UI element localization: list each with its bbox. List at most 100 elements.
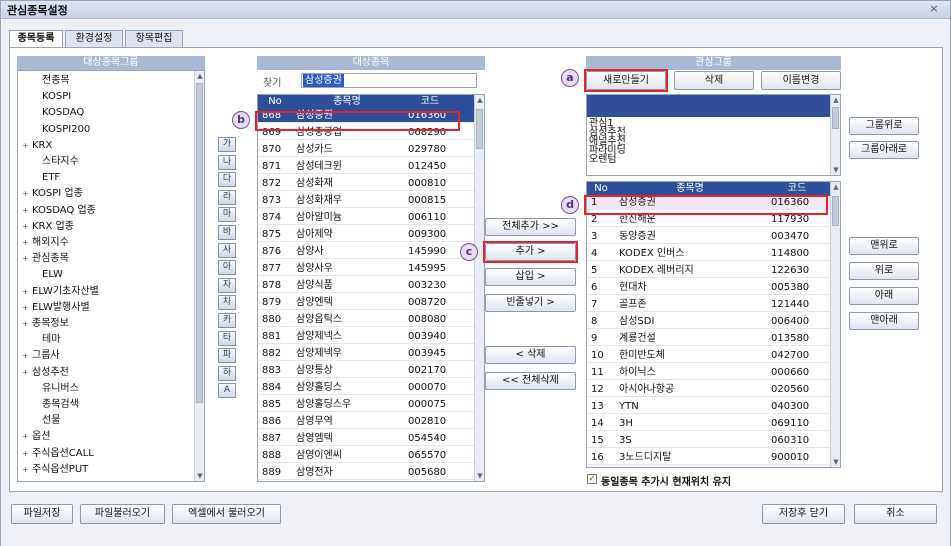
table-row[interactable]: 877 삼양사우 145995 — [258, 262, 474, 276]
table-row[interactable]: 885 삼양홀딩스우 000075 — [258, 398, 474, 412]
keep-position-checkbox[interactable]: ✓ — [587, 474, 597, 484]
tree-item[interactable]: 스타지수 — [22, 154, 79, 169]
scroll-down-icon[interactable]: ▼ — [475, 471, 484, 481]
tree-item[interactable]: + ELW기초자산별 — [22, 284, 99, 299]
index-button[interactable]: 마 — [218, 207, 236, 223]
index-button[interactable]: 나 — [218, 154, 236, 170]
tree-item[interactable]: + 종목정보 — [22, 316, 69, 331]
table-row[interactable]: 1 삼성증권 016360 — [587, 196, 830, 210]
tree-item[interactable]: ETF — [22, 170, 60, 185]
move-up-button[interactable]: 위로 — [849, 262, 919, 280]
table-row[interactable]: 871 삼성테크윈 012450 — [258, 160, 474, 174]
insert-button[interactable]: 삽입 > — [485, 268, 576, 286]
table-row[interactable]: 11 하이닉스 000660 — [587, 366, 830, 380]
tree-item[interactable]: ELW — [22, 267, 63, 282]
scroll-thumb[interactable] — [832, 196, 839, 226]
tree-item[interactable]: + 옵션 — [22, 429, 50, 444]
expand-icon[interactable]: + — [22, 219, 30, 234]
index-button[interactable]: 가 — [218, 137, 236, 152]
table-row[interactable]: 2 한진해운 117930 — [587, 213, 830, 227]
target-scrollbar[interactable]: ▲ ▼ — [474, 95, 484, 481]
index-button[interactable]: 바 — [218, 225, 236, 240]
expand-icon[interactable]: + — [22, 462, 30, 477]
tree-item[interactable]: + 해외지수 — [22, 235, 69, 250]
move-down-button[interactable]: 아래 — [849, 287, 919, 305]
move-top-button[interactable]: 맨위로 — [849, 237, 919, 255]
move-bottom-button[interactable]: 맨아래 — [849, 312, 919, 330]
interest-scrollbar[interactable]: ▲ ▼ — [830, 182, 840, 467]
table-row[interactable]: 875 삼아제약 009300 — [258, 228, 474, 242]
scroll-up-icon[interactable]: ▲ — [475, 95, 484, 105]
tree-item[interactable]: KOSPI200 — [22, 122, 90, 137]
table-row[interactable]: 868 삼성증권 016360 — [258, 109, 474, 123]
expand-icon[interactable]: + — [22, 446, 30, 461]
tree-item[interactable]: KOSDAQ — [22, 105, 84, 120]
add-all-button[interactable]: 전체추가 >> — [485, 218, 576, 236]
delete-all-button[interactable]: << 전체삭제 — [485, 372, 576, 390]
table-row[interactable]: 12 아시아나항공 020560 — [587, 383, 830, 397]
table-row[interactable]: 873 삼성화재우 000815 — [258, 194, 474, 208]
load-excel-button[interactable]: 엑셀에서 불러오기 — [172, 504, 281, 524]
table-row[interactable]: 882 삼양제넥우 003945 — [258, 347, 474, 361]
tree-item[interactable]: + KOSDAQ 업종 — [22, 203, 96, 218]
tree-item[interactable]: + 관심종목 — [22, 251, 69, 266]
index-button[interactable]: 타 — [218, 330, 236, 346]
new-group-button[interactable]: 새로만들기 — [586, 71, 666, 90]
expand-icon[interactable]: + — [22, 429, 30, 444]
tree-scrollbar[interactable]: ▲ ▼ — [194, 71, 204, 481]
index-button[interactable]: 차 — [218, 295, 236, 311]
tree-item[interactable]: 종목검색 — [22, 397, 79, 412]
table-row[interactable]: 16 3노드디지탈 900010 — [587, 451, 830, 465]
cancel-button[interactable]: 취소 — [854, 504, 937, 524]
table-row[interactable]: 879 삼양엔텍 008720 — [258, 296, 474, 310]
group-scrollbar[interactable]: ▲ ▼ — [830, 95, 840, 175]
index-button[interactable]: 다 — [218, 172, 236, 188]
index-button[interactable]: 사 — [218, 242, 236, 258]
table-row[interactable]: 10 한미반도체 042700 — [587, 349, 830, 363]
index-button[interactable]: 자 — [218, 277, 236, 293]
table-row[interactable]: 886 삼영무역 002810 — [258, 415, 474, 429]
tree-item[interactable]: KOSPI — [22, 89, 71, 104]
scroll-thumb[interactable] — [476, 109, 483, 149]
expand-icon[interactable]: + — [22, 203, 30, 218]
group-item[interactable]: 오렌텀 — [589, 155, 617, 165]
table-row[interactable]: 6 현대차 005380 — [587, 281, 830, 295]
index-button[interactable]: 카 — [218, 313, 236, 328]
index-button[interactable]: 아 — [218, 260, 236, 276]
scroll-down-icon[interactable]: ▼ — [831, 165, 840, 175]
table-row[interactable]: 13 YTN 040300 — [587, 400, 830, 414]
tree-item[interactable]: 유니버스 — [22, 381, 79, 396]
table-row[interactable]: 888 삼영이엔씨 065570 — [258, 449, 474, 463]
tab-stock-register[interactable]: 종목등록 — [9, 30, 63, 48]
blank-insert-button[interactable]: 빈줄넣기 > — [485, 294, 576, 312]
expand-icon[interactable]: + — [22, 186, 30, 201]
table-row[interactable]: 5 KODEX 레버리지 122630 — [587, 264, 830, 278]
table-row[interactable]: 874 삼아알미늄 006110 — [258, 211, 474, 225]
index-button[interactable]: A — [218, 383, 236, 399]
tree-item[interactable]: + ELW발행사별 — [22, 300, 90, 315]
index-button[interactable]: 파 — [218, 348, 236, 364]
expand-icon[interactable]: + — [22, 235, 30, 250]
load-file-button[interactable]: 파일불러오기 — [80, 504, 165, 524]
table-row[interactable]: 887 삼영엠텍 054540 — [258, 432, 474, 446]
expand-icon[interactable]: + — [22, 348, 30, 363]
group-down-button[interactable]: 그룹아래로 — [849, 141, 919, 159]
expand-icon[interactable]: + — [22, 300, 30, 315]
table-row[interactable]: 872 삼성화재 000810 — [258, 177, 474, 191]
table-row[interactable]: 870 삼성카드 029780 — [258, 143, 474, 157]
index-button[interactable]: 하 — [218, 365, 236, 381]
table-row[interactable]: 14 3H 069110 — [587, 417, 830, 431]
index-button[interactable]: 라 — [218, 189, 236, 205]
scroll-down-icon[interactable]: ▼ — [831, 457, 840, 467]
tree-item[interactable]: + KRX 업종 — [22, 219, 74, 234]
tree-item[interactable]: + KRX — [22, 138, 52, 153]
tree-item[interactable]: + 삼성추천 — [22, 365, 69, 380]
tree-item[interactable]: 전종목 — [22, 73, 70, 88]
table-row[interactable]: 7 골프존 121440 — [587, 298, 830, 312]
add-button[interactable]: 추가 > — [485, 243, 576, 261]
tab-item-edit[interactable]: 항목편집 — [125, 30, 183, 47]
expand-icon[interactable]: + — [22, 251, 30, 266]
table-row[interactable]: 880 삼양옵틱스 008080 — [258, 313, 474, 327]
expand-icon[interactable]: + — [22, 284, 30, 299]
scroll-down-icon[interactable]: ▼ — [195, 471, 204, 481]
